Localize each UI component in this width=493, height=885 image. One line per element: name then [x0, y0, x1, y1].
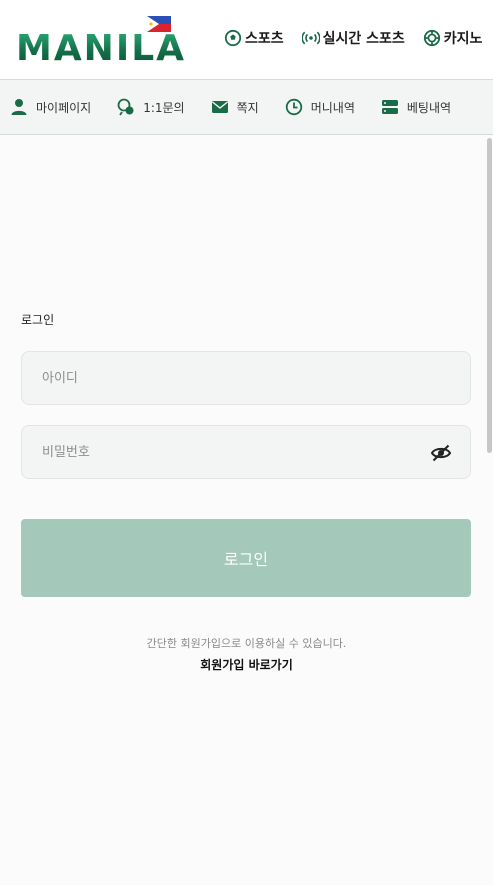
nav-casino[interactable]: 카지노 [423, 28, 483, 48]
password-input[interactable] [22, 426, 470, 478]
password-field[interactable] [21, 425, 471, 479]
id-field[interactable] [21, 351, 471, 405]
sub-nav: 마이페이지 1:1문의 쪽지 머니내역 베팅내역 [0, 80, 493, 135]
eye-off-icon[interactable] [430, 442, 452, 464]
logo-text: MANILA [16, 28, 187, 69]
manila-logo[interactable]: MANILA [14, 12, 198, 69]
top-bar: MANILA 스포츠 실시간 스포츠 카지노 [0, 0, 493, 80]
subnav-mypage[interactable]: 마이페이지 [10, 98, 91, 116]
subnav-money-history-label: 머니내역 [310, 100, 355, 115]
nav-sports[interactable]: 스포츠 [224, 28, 284, 48]
subnav-inquiry[interactable]: 1:1문의 [117, 98, 185, 116]
nav-live-sports[interactable]: 실시간 스포츠 [301, 28, 405, 48]
signup-link[interactable]: 회원가입 바로가기 [0, 656, 493, 673]
envelope-icon [211, 101, 228, 113]
nav-casino-label: 카지노 [443, 31, 483, 47]
subnav-money-history[interactable]: 머니내역 [285, 98, 355, 116]
subnav-inquiry-label: 1:1문의 [143, 100, 185, 115]
user-icon [11, 99, 27, 115]
subnav-message[interactable]: 쪽지 [211, 98, 259, 116]
main-nav: 스포츠 실시간 스포츠 카지노 [224, 28, 482, 48]
subnav-betting-history-label: 베팅내역 [406, 100, 452, 115]
nav-sports-label: 스포츠 [245, 31, 284, 47]
nav-live-sports-label: 실시간 스포츠 [322, 31, 405, 47]
list-icon [381, 100, 398, 114]
subnav-betting-history[interactable]: 베팅내역 [381, 98, 451, 116]
live-broadcast-icon [301, 31, 320, 45]
subnav-mypage-label: 마이페이지 [36, 100, 92, 115]
philippines-flag-icon [147, 16, 171, 32]
id-input[interactable] [22, 352, 470, 404]
signup-description: 간단한 회원가입으로 이용하실 수 있습니다. [146, 637, 347, 650]
soccer-ball-icon [224, 29, 242, 47]
login-title: 로그인 [21, 313, 55, 327]
clock-icon [285, 98, 302, 116]
casino-chip-icon [423, 29, 440, 47]
subnav-message-label: 쪽지 [236, 100, 259, 115]
login-button[interactable]: 로그인 [21, 519, 471, 597]
page-scrollbar[interactable] [487, 138, 492, 453]
chat-support-icon [117, 98, 134, 116]
